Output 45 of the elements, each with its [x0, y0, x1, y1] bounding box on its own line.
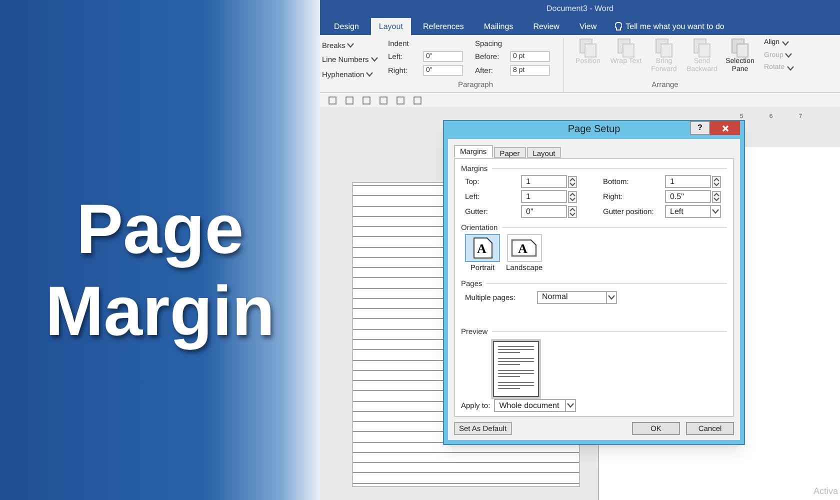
orientation-option[interactable]: A	[465, 234, 500, 262]
caret-icon	[712, 209, 719, 214]
spinner-arrows-icon[interactable]	[568, 176, 577, 188]
ribbon-tab[interactable]: View	[571, 18, 605, 35]
activation-text: Activa	[813, 484, 838, 498]
number-input-field[interactable]: 1	[665, 175, 711, 188]
dropdown-field[interactable]: Whole document	[494, 399, 576, 412]
ribbon-tab[interactable]: Review	[525, 18, 568, 35]
ribbon-tab[interactable]: References	[414, 18, 472, 35]
banner-title: Margin	[45, 271, 275, 352]
arrange-icon	[579, 38, 597, 58]
number-input-field[interactable]: 1	[521, 175, 567, 188]
dropdown-field[interactable]: Left	[665, 205, 721, 218]
help-button[interactable]: ?	[690, 121, 710, 135]
spinner-arrows-icon[interactable]	[712, 176, 721, 188]
arrange-icon	[731, 38, 749, 58]
caret-icon	[347, 43, 354, 48]
page-letter-icon: A	[472, 237, 492, 260]
page-preview-drawing	[491, 339, 541, 399]
number-input-field[interactable]: 0"	[521, 205, 567, 218]
page-letter-icon: A	[511, 239, 538, 258]
ribbon-tab[interactable]: Mailings	[476, 18, 522, 35]
ribbon-tab[interactable]: Design	[326, 18, 367, 35]
caret-icon	[370, 57, 378, 62]
spinner-arrows-icon[interactable]	[568, 206, 577, 218]
arrange-icon	[617, 38, 635, 58]
window-title: Document3 - Word	[546, 3, 614, 15]
dropdown-field[interactable]: Normal	[537, 290, 617, 304]
orientation-option[interactable]: A	[506, 234, 542, 262]
banner-title: Page	[76, 189, 244, 270]
caret-icon	[567, 403, 574, 408]
dialog-title: Page Setup	[568, 123, 620, 138]
close-icon	[722, 124, 728, 132]
caret-icon	[608, 294, 615, 300]
ribbon-tab[interactable]: Layout	[370, 18, 411, 35]
arrange-icon	[693, 38, 711, 58]
tell-me-search[interactable]: Tell me what you want to do	[626, 20, 724, 32]
close-button[interactable]	[710, 121, 740, 135]
number-input-field[interactable]: 1	[521, 190, 567, 203]
arrange-icon	[655, 38, 673, 58]
lightbulb-icon	[614, 22, 622, 32]
spinner-arrows-icon[interactable]	[712, 190, 721, 202]
caret-icon	[366, 72, 374, 77]
spinner-arrows-icon[interactable]	[568, 190, 577, 202]
number-input-field[interactable]: 0.5"	[665, 190, 711, 203]
